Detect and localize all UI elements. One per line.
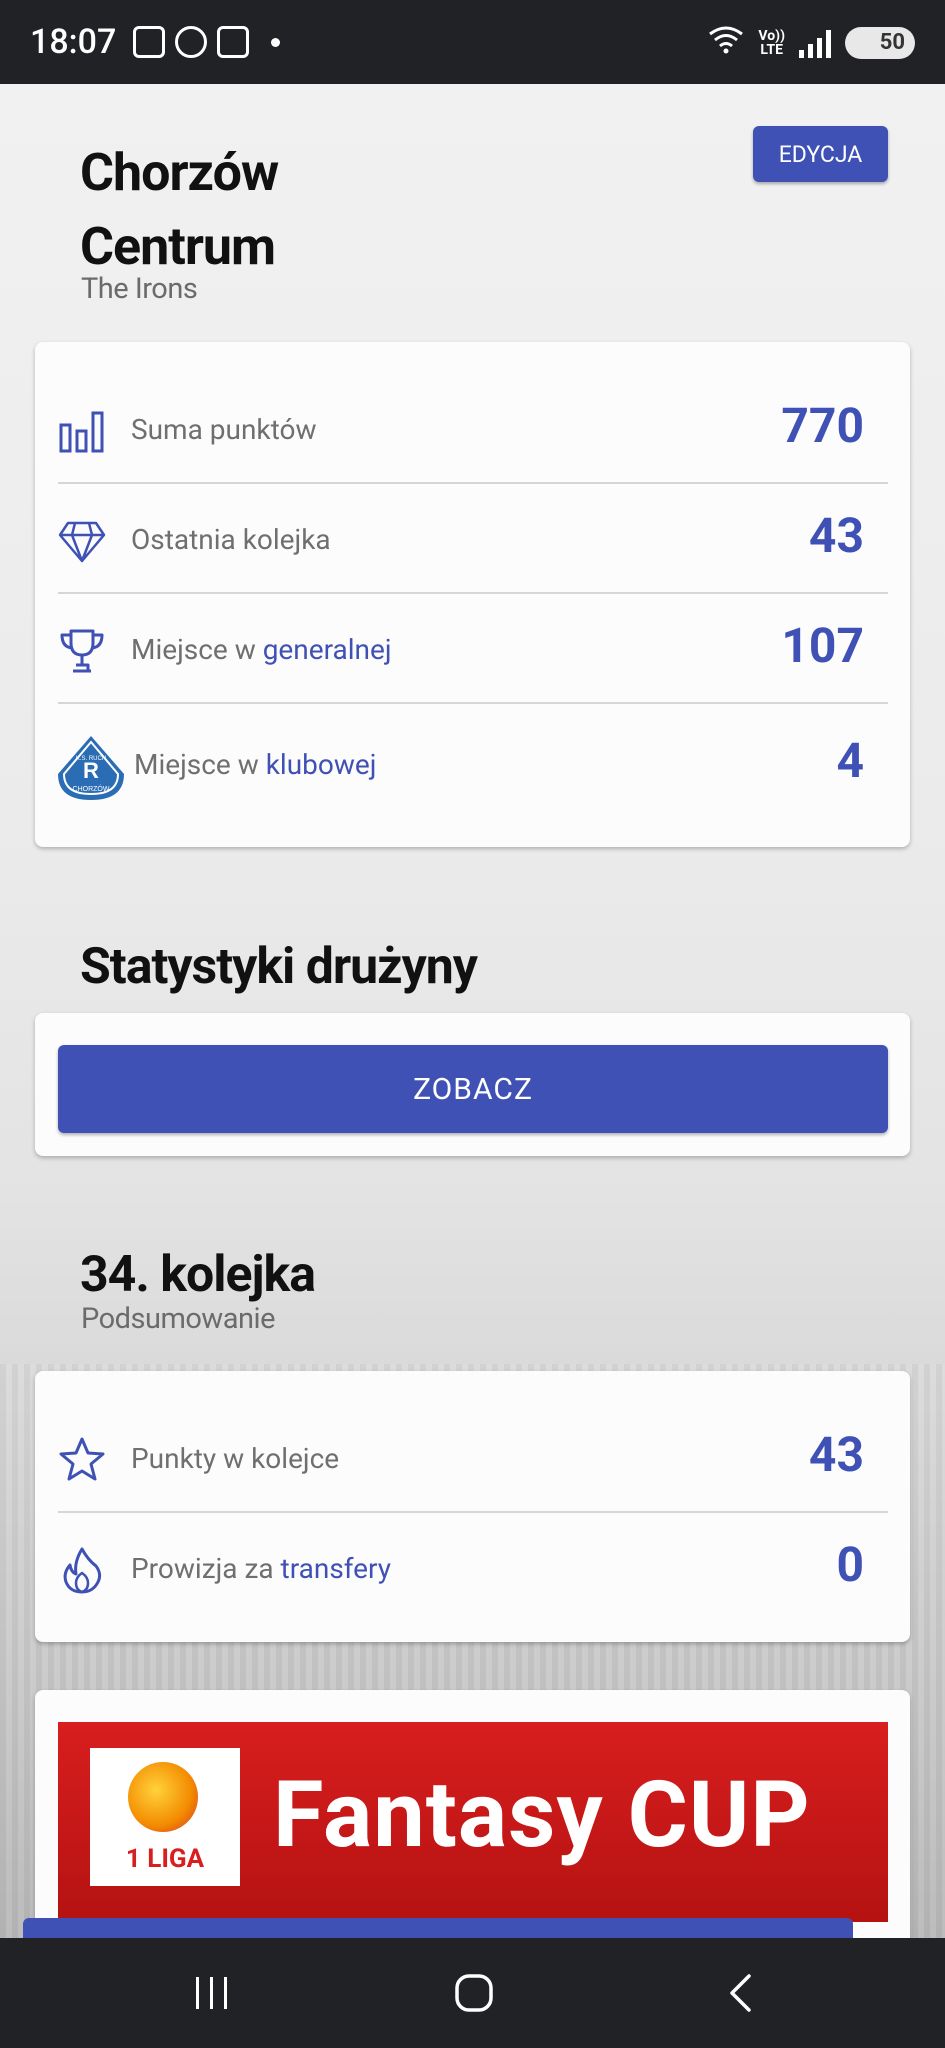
stats-card: ZOBACZ xyxy=(35,1013,910,1156)
summary-card: Suma punktów 770 Ostatnia kolejka 43 Mie… xyxy=(35,342,910,847)
round-label: Prowizja za transfery xyxy=(131,1552,391,1585)
label-text: Miejsce w xyxy=(134,748,266,781)
system-navigation-bar xyxy=(0,1938,945,2048)
calendar-icon xyxy=(217,26,249,58)
liga-logo: 1 LIGA xyxy=(90,1748,240,1886)
notification-icons xyxy=(133,26,280,58)
status-time: 18:07 xyxy=(30,22,117,62)
label-text: Suma punktów xyxy=(131,413,317,446)
star-icon xyxy=(59,1437,105,1481)
home-icon xyxy=(455,1974,493,2012)
edit-button[interactable]: EDYCJA xyxy=(753,126,888,182)
round-card: Punkty w kolejce 43 Prowizja za transfer… xyxy=(35,1371,910,1642)
divider xyxy=(58,702,888,704)
summary-label: Miejsce w generalnej xyxy=(131,633,392,666)
status-right: Vo)) LTE 50 xyxy=(708,24,915,61)
summary-label: Suma punktów xyxy=(131,413,317,446)
club-crest-icon: R K.S. RUCH CHORZÓW xyxy=(58,736,124,800)
divider xyxy=(58,1511,888,1513)
crest-text-bottom: CHORZÓW xyxy=(73,784,110,793)
back-icon xyxy=(730,1974,751,2012)
divider xyxy=(58,482,888,484)
label-text: Punkty w kolejce xyxy=(131,1442,340,1475)
round-value: 0 xyxy=(836,1536,864,1593)
network-label: LTE xyxy=(760,41,783,58)
banner-action-button[interactable] xyxy=(23,1918,853,1938)
diamond-icon xyxy=(58,521,106,563)
transfery-link[interactable]: transfery xyxy=(281,1552,391,1585)
back-button[interactable] xyxy=(680,1938,800,2048)
screenshot-icon xyxy=(133,26,165,58)
fantasy-cup-banner[interactable]: 1 LIGA Fantasy CUP xyxy=(58,1722,888,1922)
crest-text-top: K.S. RUCH xyxy=(76,756,106,762)
summary-label: Ostatnia kolejka xyxy=(131,523,331,556)
summary-row-last-round[interactable]: Ostatnia kolejka 43 xyxy=(58,487,888,597)
recent-apps-icon xyxy=(196,1977,227,2009)
banner-text: Fantasy CUP xyxy=(273,1762,811,1869)
summary-value: 43 xyxy=(808,507,864,564)
home-button[interactable] xyxy=(414,1938,534,2048)
battery-level: 50 xyxy=(879,30,905,55)
summary-label: Miejsce w klubowej xyxy=(134,748,376,781)
summary-value: 770 xyxy=(781,397,864,454)
liga-ball-icon xyxy=(128,1762,198,1832)
summary-row-total-points[interactable]: Suma punktów 770 xyxy=(58,377,888,487)
divider xyxy=(58,592,888,594)
round-row-transfer-fee[interactable]: Prowizja za transfery 0 xyxy=(58,1516,888,1626)
signal-icon xyxy=(799,28,831,58)
bar-chart-icon xyxy=(59,411,104,453)
team-name-line1: Chorzów xyxy=(80,142,279,203)
round-title: 34. kolejka xyxy=(80,1246,316,1304)
summary-value: 4 xyxy=(836,732,864,789)
summary-row-general-rank[interactable]: Miejsce w generalnej 107 xyxy=(58,597,888,707)
fire-icon xyxy=(63,1547,102,1594)
trophy-icon xyxy=(60,629,104,673)
status-bar: 18:07 Vo)) LTE 50 xyxy=(0,0,945,84)
stats-title: Statystyki drużyny xyxy=(80,938,478,996)
generalna-link[interactable]: generalnej xyxy=(263,633,392,666)
recent-apps-button[interactable] xyxy=(152,1938,272,2048)
basketball-icon xyxy=(175,26,207,58)
round-subtitle: Podsumowanie xyxy=(81,1302,275,1336)
wifi-icon xyxy=(708,24,744,61)
label-text: Miejsce w xyxy=(131,633,263,666)
round-value: 43 xyxy=(808,1426,864,1483)
see-stats-button[interactable]: ZOBACZ xyxy=(58,1045,888,1133)
label-text: Prowizja za xyxy=(131,1552,281,1585)
team-subtitle: The Irons xyxy=(81,272,198,306)
more-notifications-dot xyxy=(271,38,280,47)
fantasy-cup-card: 1 LIGA Fantasy CUP xyxy=(35,1690,910,1950)
label-text: Ostatnia kolejka xyxy=(131,523,331,556)
battery-icon: 50 xyxy=(845,26,915,59)
summary-row-club-rank[interactable]: R K.S. RUCH CHORZÓW Miejsce w klubowej 4 xyxy=(58,712,888,822)
klubowa-link[interactable]: klubowej xyxy=(266,748,377,781)
round-label: Punkty w kolejce xyxy=(131,1442,339,1475)
volte-lte-icon: Vo)) LTE xyxy=(758,29,785,57)
liga-logo-text: 1 LIGA xyxy=(125,1844,205,1874)
round-row-points[interactable]: Punkty w kolejce 43 xyxy=(58,1406,888,1516)
summary-value: 107 xyxy=(781,617,864,674)
